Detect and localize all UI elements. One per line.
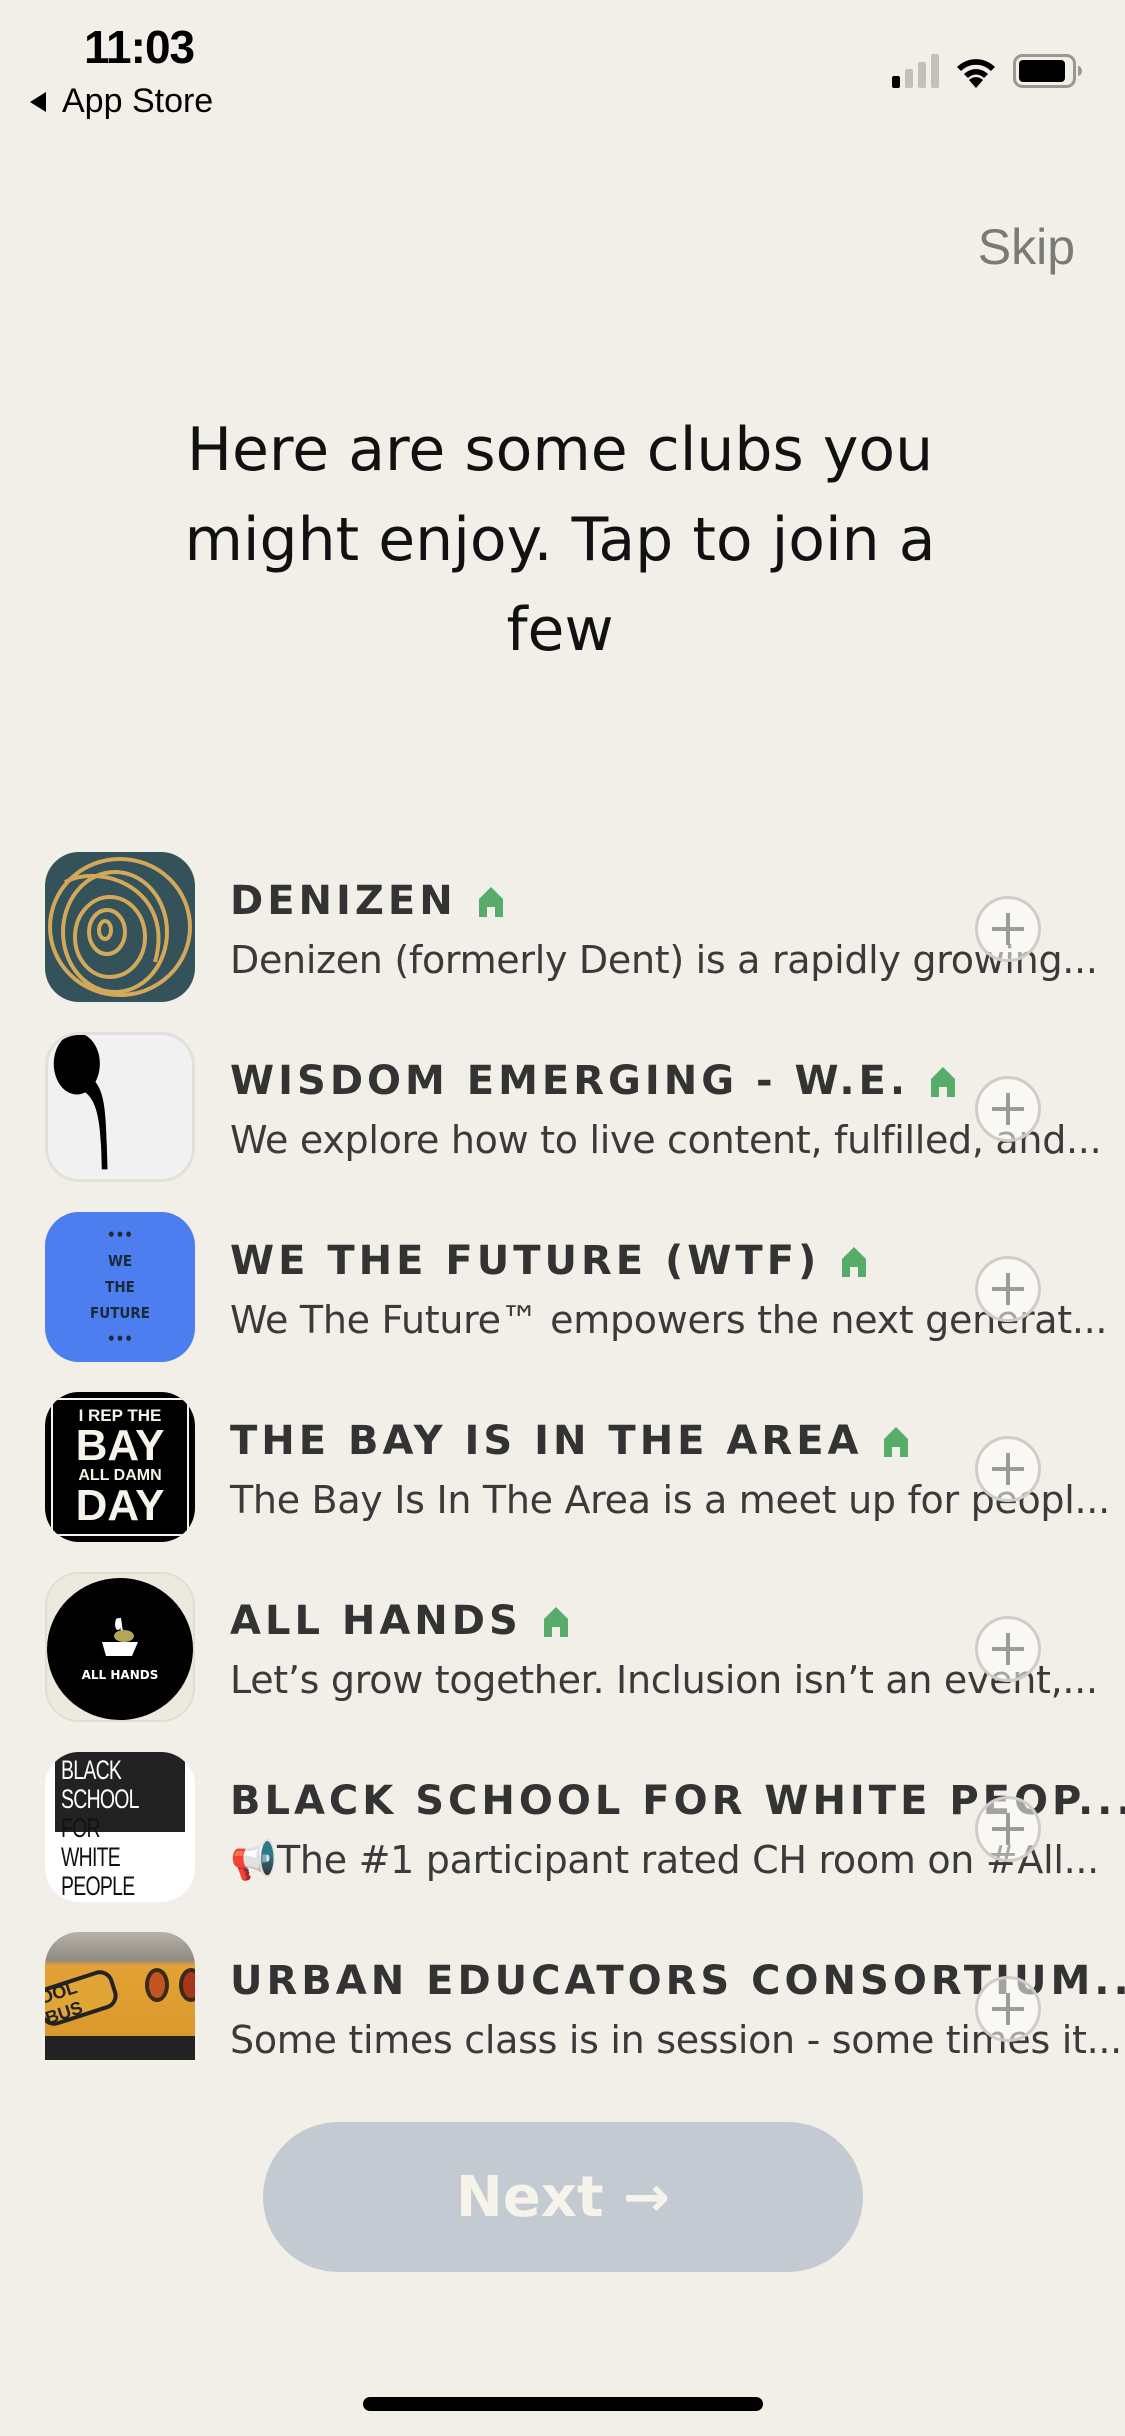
club-name: DENIZEN [230, 878, 457, 924]
house-icon [842, 1247, 867, 1277]
back-app-label: App Store [62, 82, 214, 120]
club-item[interactable]: ALL HANDS ALL HANDS Let’s grow together.… [0, 1560, 1125, 1740]
join-button[interactable] [975, 1796, 1041, 1862]
club-name: THE BAY IS IN THE AREA [230, 1418, 863, 1464]
black-school-logo: BLACK SCHOOL FOR WHITE PEOPLE [45, 1752, 195, 1902]
club-item[interactable]: BLACK SCHOOL FOR WHITE PEOPLE BLACK SCHO… [0, 1740, 1125, 1920]
club-item[interactable]: DENIZEN Denizen (formerly Dent) is a rap… [0, 840, 1125, 1020]
back-triangle-icon [30, 91, 46, 112]
join-button[interactable] [975, 896, 1041, 962]
battery-icon [1013, 54, 1083, 88]
gold-spiral-logo [45, 852, 195, 1002]
school-bus-photo: OOL BUS [45, 1932, 195, 2060]
join-button[interactable] [975, 1616, 1041, 1682]
logo-text: BLACK [61, 1755, 122, 1785]
club-item[interactable]: I REP THE BAY ALL DAMN DAY THE BAY IS IN… [0, 1380, 1125, 1560]
club-description: The Bay Is In The Area is a meet up for … [230, 1478, 1110, 1522]
black-sprout-logo [45, 1032, 195, 1182]
plus-icon [992, 1273, 1024, 1305]
we-the-future-logo: ••• WE THE FUTURE ••• [45, 1212, 195, 1362]
club-name: ALL HANDS [230, 1598, 522, 1644]
logo-text: ALL HANDS [81, 1668, 159, 1682]
house-icon [478, 887, 503, 917]
plus-icon [992, 1813, 1024, 1845]
status-icons [892, 52, 1083, 88]
club-description: We The Future™ empowers the next generat… [230, 1298, 1108, 1342]
status-time: 11:03 [84, 21, 195, 73]
logo-text: WE [107, 1252, 133, 1270]
next-button[interactable]: Next → [263, 2122, 863, 2272]
rep-the-bay-logo: I REP THE BAY ALL DAMN DAY [45, 1392, 195, 1542]
join-button[interactable] [975, 1256, 1041, 1322]
club-list[interactable]: DENIZEN Denizen (formerly Dent) is a rap… [0, 840, 1125, 2062]
club-description: Denizen (formerly Dent) is a rapidly gro… [230, 938, 1098, 982]
status-bar: 11:03 App Store [0, 0, 1125, 140]
plus-icon [992, 1993, 1024, 2025]
house-icon [543, 1607, 568, 1637]
wifi-icon [953, 52, 999, 88]
logo-text: FOR [61, 1813, 101, 1843]
plus-icon [992, 1633, 1024, 1665]
club-description: Let’s grow together. Inclusion isn’t an … [230, 1658, 1098, 1702]
club-item[interactable]: OOL BUS URBAN EDUCATORS CONSORTIUM... So… [0, 1920, 1125, 2062]
logo-text: SCHOOL [61, 1784, 140, 1814]
plus-icon [992, 1453, 1024, 1485]
logo-text: OOL BUS [45, 1977, 86, 2029]
house-icon [884, 1427, 909, 1457]
logo-text: PEOPLE [61, 1871, 135, 1901]
plus-icon [992, 1093, 1024, 1125]
cellular-signal-icon [892, 54, 939, 88]
club-description: We explore how to live content, fulfille… [230, 1118, 1102, 1162]
logo-text: THE [105, 1278, 135, 1296]
house-icon [931, 1067, 956, 1097]
skip-button[interactable]: Skip [978, 218, 1075, 276]
join-button[interactable] [975, 1076, 1041, 1142]
club-description: 📢The #1 participant rated CH room on #Al… [230, 1838, 1099, 1882]
plus-icon [992, 913, 1024, 945]
club-name: WE THE FUTURE (WTF) [230, 1238, 821, 1284]
logo-text: FUTURE [90, 1304, 150, 1322]
join-button[interactable] [975, 1976, 1041, 2042]
logo-text: DAY [75, 1480, 165, 1530]
club-item[interactable]: WISDOM EMERGING - W.E. We explore how to… [0, 1020, 1125, 1200]
join-button[interactable] [975, 1436, 1041, 1502]
all-hands-logo: ALL HANDS [45, 1572, 195, 1722]
club-item[interactable]: ••• WE THE FUTURE ••• WE THE FUTURE (WTF… [0, 1200, 1125, 1380]
logo-text: BAY [75, 1420, 165, 1470]
page-title: Here are some clubs you might enjoy. Tap… [184, 415, 936, 665]
logo-text: WHITE [61, 1842, 121, 1872]
back-to-app-store[interactable]: App Store [30, 82, 213, 121]
home-indicator[interactable] [363, 2397, 763, 2411]
club-name: WISDOM EMERGING - W.E. [230, 1058, 910, 1104]
